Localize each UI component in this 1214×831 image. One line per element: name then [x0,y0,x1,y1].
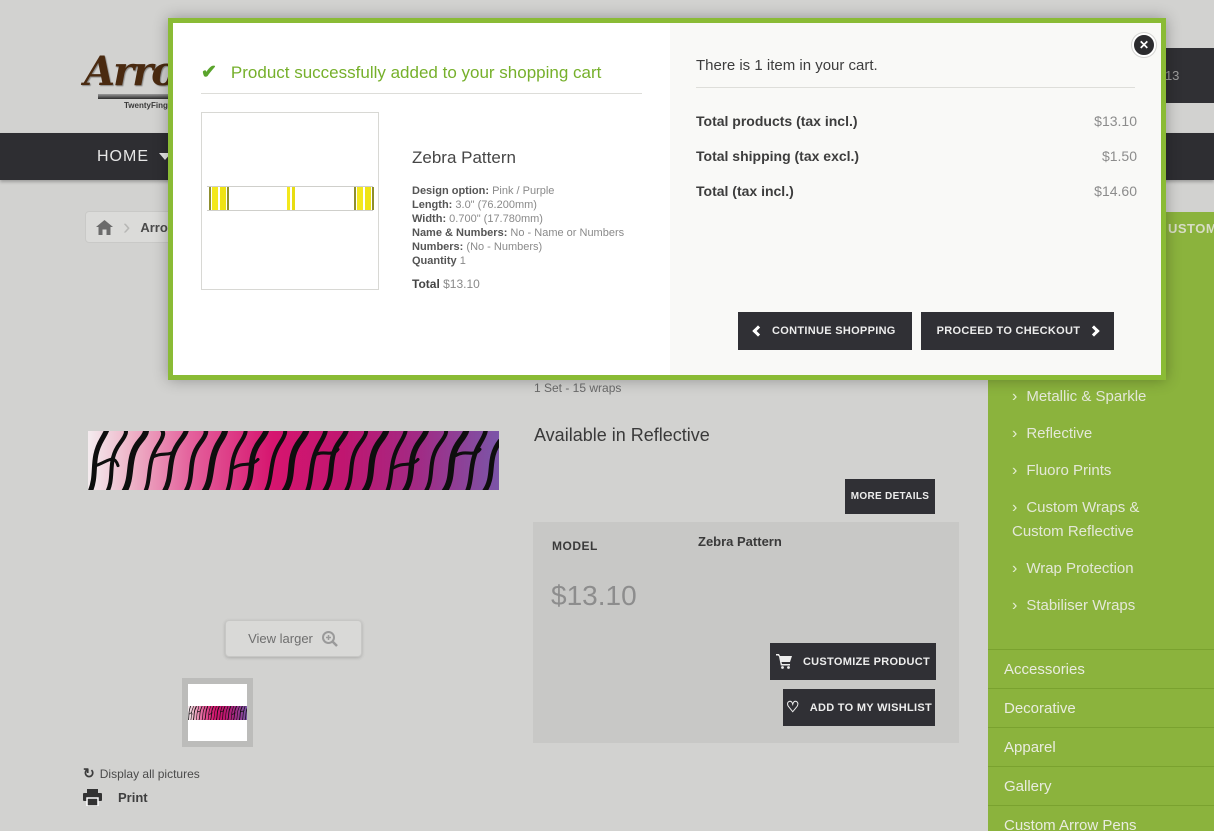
proceed-to-checkout-button[interactable]: PROCEED TO CHECKOUT [920,312,1115,350]
breadcrumb-crumb[interactable]: Arro [140,220,167,235]
detail-name-numbers: Name & Numbers: No - Name or Numbers [412,227,625,239]
product-main-image[interactable] [88,431,499,490]
available-heading: Available in Reflective [534,425,710,445]
sidebar-main-list: Accessories Decorative Apparel Gallery C… [988,649,1214,831]
view-larger-button[interactable]: View larger [225,620,362,657]
customize-product-label: CUSTOMIZE PRODUCT [802,655,931,668]
sidebar-item-wrap-protection[interactable]: › Wrap Protection [988,557,1198,581]
add-to-wishlist-label: ADD TO MY WISHLIST [809,701,933,714]
product-thumbnail[interactable] [182,678,253,747]
customize-product-button[interactable]: CUSTOMIZE PRODUCT [770,643,936,680]
nav-home-label: HOME [97,147,149,165]
chevron-right-icon [1088,325,1100,337]
continue-shopping-button[interactable]: CONTINUE SHOPPING [738,312,912,350]
set-info-text: 1 Set - 15 wraps [534,381,622,395]
modal-cart-panel: ✕ There is 1 item in your cart. Total pr… [670,23,1161,375]
detail-quantity: Quantity 1 [412,255,466,267]
continue-shopping-label: CONTINUE SHOPPING [772,325,896,337]
add-to-cart-modal: ✔ Product successfully added to your sho… [168,18,1166,380]
display-all-label: Display all pictures [99,766,200,781]
sidebar-item-reflective[interactable]: › Reflective [988,422,1198,446]
sidebar-item-metallic-sparkle[interactable]: › Metallic & Sparkle [988,385,1198,409]
detail-numbers: Numbers: (No - Numbers) [412,241,543,253]
sidebar-sub-list: › Metallic & Sparkle › Reflective › Fluoro … [988,385,1214,631]
heart-icon: ♡ [785,699,800,716]
breadcrumb-separator-icon: › [123,214,131,239]
chevron-left-icon [752,325,764,337]
site-logo-subtitle: TwentyFing [124,101,168,110]
model-product-name[interactable]: Zebra Pattern [698,534,782,549]
checkmark-icon: ✔ [201,62,217,83]
display-all-pictures-button[interactable]: ↻ Display all pictures [83,765,200,782]
print-button[interactable]: Print [83,789,148,806]
sidebar-item-stabiliser-wraps[interactable]: › Stabiliser Wraps [988,594,1198,618]
success-message: Product successfully added to your shopp… [230,62,602,82]
nav-item-home[interactable]: HOME [97,133,171,180]
magnifier-icon [321,630,338,647]
print-label: Print [118,790,148,805]
detail-width: Width: 0.700" (17.780mm) [412,213,543,225]
site-logo-text: Arro [84,48,178,95]
sidebar-item-fluoro-prints[interactable]: › Fluoro Prints [988,459,1198,483]
chevron-right-icon: › [1012,499,1018,516]
sidebar-item-decorative[interactable]: Decorative [988,688,1214,727]
site-logo[interactable]: Arro TwentyFing [84,48,178,118]
printer-icon [83,789,102,806]
logo-underline [98,94,178,99]
chevron-right-icon: › [1012,462,1018,479]
sidebar-item-custom-wraps[interactable]: › Custom Wraps & Custom Reflective [988,496,1198,544]
modal-product-total: Total $13.10 [412,277,480,291]
model-table: MODEL Zebra Pattern $13.10 CUSTOMIZE PRO… [533,522,959,743]
product-thumbnail-image [188,705,247,720]
chevron-right-icon: › [1012,388,1018,405]
divider [201,93,642,94]
total-row: Total (tax incl.) $14.60 [696,183,1137,199]
home-icon[interactable] [96,219,113,235]
modal-product-title: Zebra Pattern [412,148,516,167]
sidebar-item-accessories[interactable]: Accessories [988,649,1214,688]
more-details-label: MORE DETAILS [850,491,930,502]
modal-product-image [201,112,379,290]
model-column-header: MODEL [552,539,598,553]
sidebar-item-apparel[interactable]: Apparel [988,727,1214,766]
view-larger-label: View larger [248,631,313,646]
modal-product-panel: ✔ Product successfully added to your sho… [173,23,670,375]
chevron-right-icon: › [1012,597,1018,614]
cart-summary-text: There is 1 item in your cart. [696,57,878,74]
total-shipping-row: Total shipping (tax excl.) $1.50 [696,148,1137,164]
total-products-row: Total products (tax incl.) $13.10 [696,113,1137,129]
close-icon[interactable]: ✕ [1132,33,1156,57]
detail-length: Length: 3.0" (76.200mm) [412,199,537,211]
chevron-right-icon: › [1012,560,1018,577]
add-to-wishlist-button[interactable]: ♡ ADD TO MY WISHLIST [783,689,935,726]
chevron-right-icon: › [1012,425,1018,442]
sidebar-header: USTOM [1168,221,1214,236]
divider [696,87,1135,88]
cart-icon [775,654,792,669]
product-thumb-pattern [207,186,374,211]
model-price: $13.10 [551,580,637,611]
refresh-icon: ↻ [83,765,95,781]
detail-design-option: Design option: Pink / Purple [412,185,555,197]
more-details-button[interactable]: MORE DETAILS [845,479,935,514]
proceed-to-checkout-label: PROCEED TO CHECKOUT [936,325,1081,337]
sidebar-item-gallery[interactable]: Gallery [988,766,1214,805]
sidebar-item-custom-arrow-pens[interactable]: Custom Arrow Pens [988,805,1214,831]
